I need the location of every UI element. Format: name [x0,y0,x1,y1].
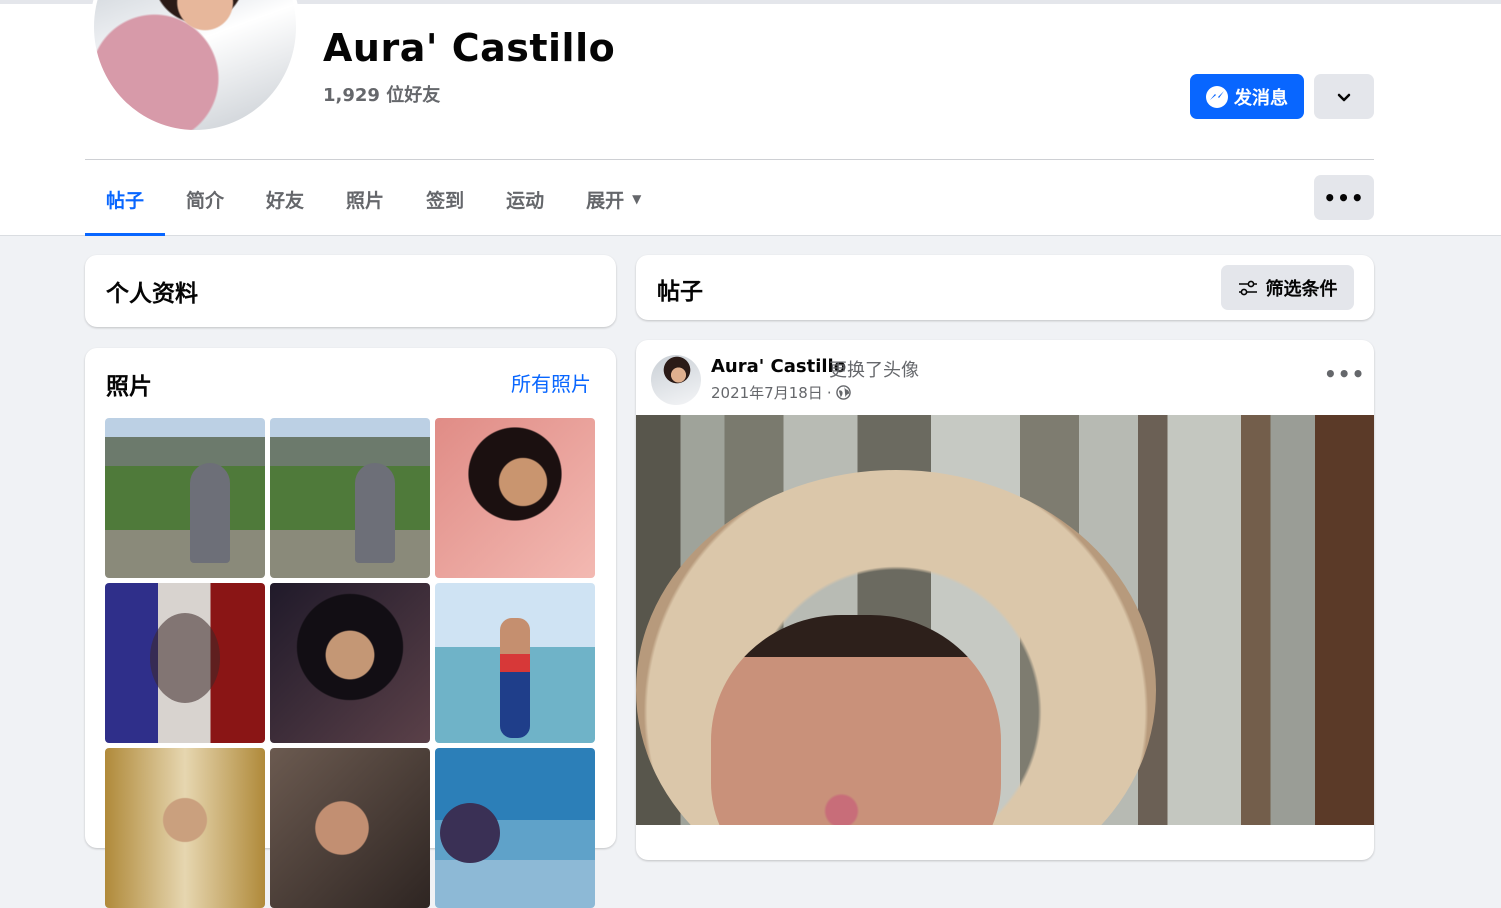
tab-label: 运动 [506,189,545,212]
tab-checkins[interactable]: 签到 [405,162,485,236]
tab-sports[interactable]: 运动 [485,162,565,236]
ellipsis-icon: ••• [1324,362,1366,386]
tab-label: 好友 [266,189,305,212]
photo-thumbnail[interactable] [270,748,430,908]
tab-more[interactable]: 展开 ▼ [565,162,662,236]
profile-avatar[interactable] [90,0,300,134]
photo-thumbnail[interactable] [435,748,595,908]
message-button-label: 发消息 [1234,87,1288,109]
ellipsis-icon: ••• [1323,185,1365,210]
filter-button[interactable]: 筛选条件 [1221,265,1354,310]
meta-separator: · [826,383,832,402]
photo-thumbnail[interactable] [105,583,265,743]
photo-thumbnail[interactable] [270,583,430,743]
header-divider [85,159,1374,160]
tab-friends[interactable]: 好友 [245,162,325,236]
profile-name: Aura' Castillo [323,26,616,70]
intro-title: 个人资料 [106,281,198,307]
tab-label: 展开 [586,189,625,212]
post-author-avatar[interactable] [651,355,701,405]
intro-card: 个人资料 [85,255,616,327]
chevron-down-icon [1337,93,1351,101]
tab-label: 简介 [186,189,225,212]
filter-label: 筛选条件 [1265,278,1338,300]
friends-count[interactable]: 1,929 位好友 [323,81,440,107]
tab-about[interactable]: 简介 [165,162,245,236]
photo-thumbnail[interactable] [270,418,430,578]
post-photo[interactable] [636,415,1374,825]
sliders-icon [1238,280,1257,295]
post-meta: 2021年7月18日 · [711,382,851,403]
post-options-button[interactable]: ••• [1324,362,1365,386]
caret-down-icon: ▼ [632,192,642,206]
photo-thumbnail[interactable] [435,418,595,578]
tab-posts[interactable]: 帖子 [85,162,166,236]
posts-title: 帖子 [657,279,703,305]
tab-label: 照片 [346,189,385,212]
post-card: Aura' Castillo 更换了头像 2021年7月18日 · ••• [636,340,1374,860]
tab-label: 签到 [426,189,465,212]
photo-grid [105,418,596,908]
posts-header-card: 帖子 筛选条件 [636,255,1374,320]
photo-thumbnail[interactable] [105,418,265,578]
globe-icon[interactable] [835,385,851,400]
profile-more-dropdown-button[interactable] [1314,74,1374,119]
photos-card: 照片 所有照片 [85,348,616,908]
photo-thumbnail[interactable] [105,748,265,908]
tabs-more-options-button[interactable]: ••• [1314,175,1374,220]
messenger-icon [1206,85,1228,108]
photos-title: 照片 [106,374,152,400]
post-author-name[interactable]: Aura' Castillo [711,356,846,377]
post-date[interactable]: 2021年7月18日 [711,382,823,403]
profile-header: Aura' Castillo 1,929 位好友 发消息 帖子 简介 好友 照片… [0,0,1501,236]
profile-tabs: 帖子 简介 好友 照片 签到 运动 展开 ▼ [85,162,662,236]
photo-face-shape [711,615,1001,825]
post-action-text: 更换了头像 [829,360,919,381]
all-photos-link[interactable]: 所有照片 [511,368,591,397]
tab-photos[interactable]: 照片 [325,162,405,236]
photo-thumbnail[interactable] [435,583,595,743]
tab-label: 帖子 [106,189,145,212]
message-button[interactable]: 发消息 [1190,74,1304,119]
